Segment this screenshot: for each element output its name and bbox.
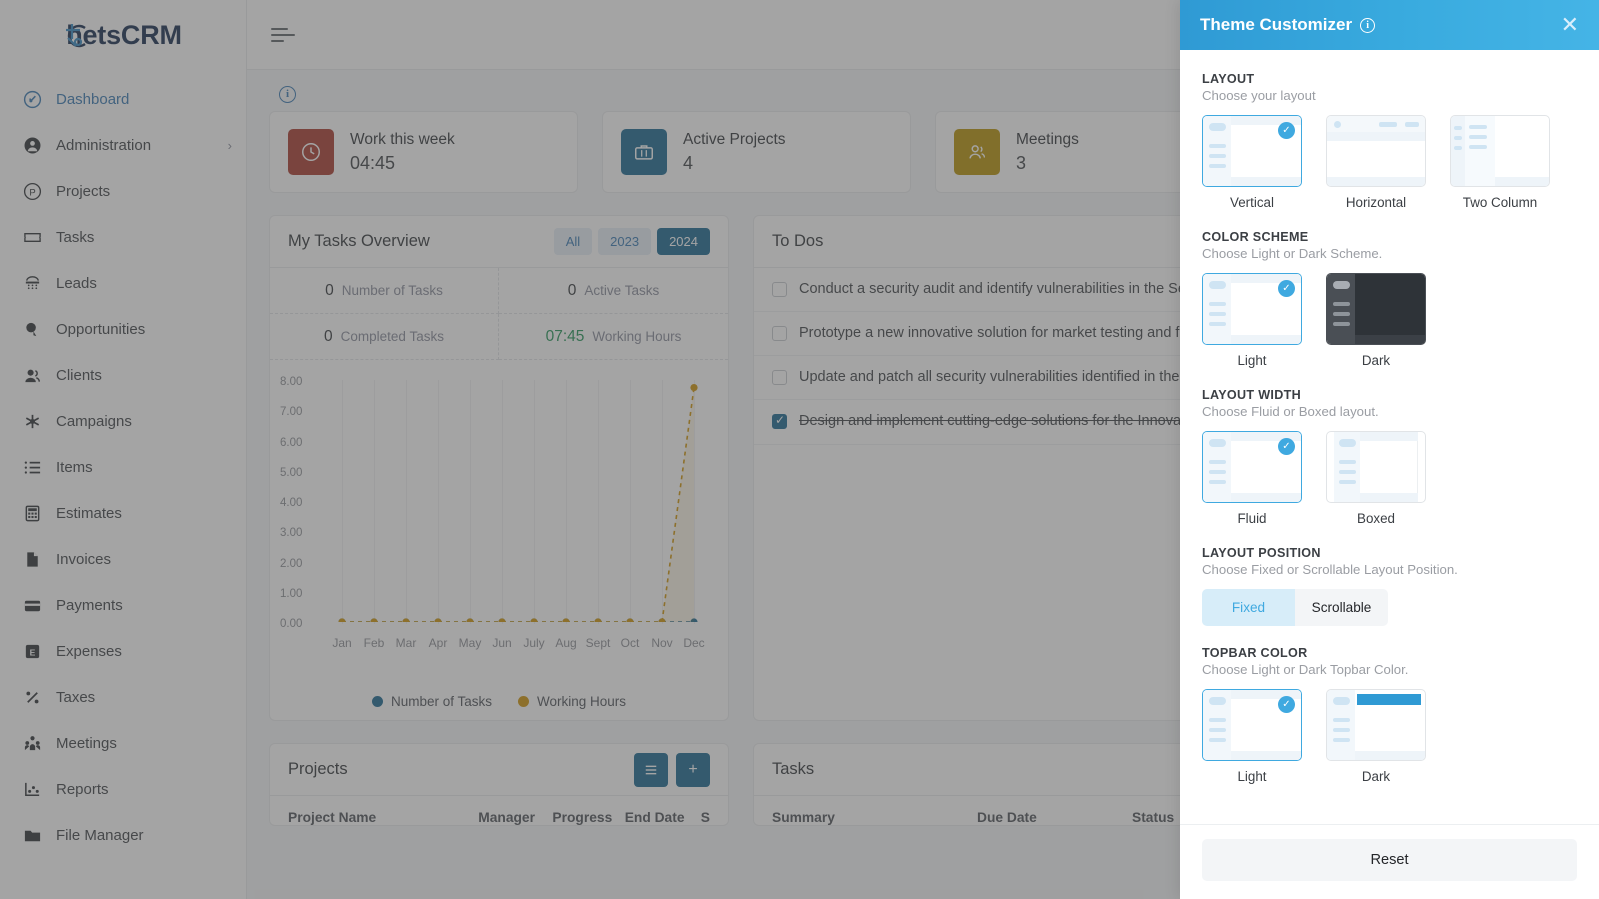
info-icon[interactable]: i [1360, 17, 1376, 33]
width-thumb-boxed [1326, 431, 1426, 503]
layout-option-label: Vertical [1230, 195, 1274, 210]
color-thumb-light: ✓ [1202, 273, 1302, 345]
color-scheme-option-dark[interactable]: Dark [1326, 273, 1426, 368]
check-icon: ✓ [1278, 438, 1295, 455]
layout-thumb-two-column [1450, 115, 1550, 187]
section-topbar-color: TOPBAR COLOR Choose Light or Dark Topbar… [1202, 646, 1577, 784]
section-heading: LAYOUT [1202, 72, 1255, 86]
layout-thumb-vertical: ✓ [1202, 115, 1302, 187]
position-option-fixed[interactable]: Fixed [1202, 589, 1295, 626]
check-icon: ✓ [1278, 280, 1295, 297]
customizer-footer: Reset [1180, 824, 1599, 899]
position-option-scrollable[interactable]: Scrollable [1295, 589, 1388, 626]
app-root: hetsCRM Dashboard Administration › P Pro… [0, 0, 1599, 899]
layout-width-options: ✓ Fluid Boxed [1202, 431, 1577, 526]
topbar-color-option-dark[interactable]: Dark [1326, 689, 1426, 784]
topbar-color-option-light[interactable]: ✓ Light [1202, 689, 1302, 784]
width-thumb-fluid: ✓ [1202, 431, 1302, 503]
topbar-color-label: Light [1237, 769, 1267, 784]
color-thumb-dark [1326, 273, 1426, 345]
color-scheme-label: Dark [1361, 353, 1391, 368]
layout-options: ✓ Vertical Horizontal Two Column [1202, 115, 1577, 210]
section-subtitle: Choose Fixed or Scrollable Layout Positi… [1202, 562, 1458, 577]
topbar-thumb-light: ✓ [1202, 689, 1302, 761]
layout-position-toggle: Fixed Scrollable [1202, 589, 1388, 626]
section-heading: LAYOUT WIDTH [1202, 388, 1301, 402]
topbar-color-label: Dark [1361, 769, 1391, 784]
reset-button[interactable]: Reset [1202, 839, 1577, 881]
section-layout-width: LAYOUT WIDTH Choose Fluid or Boxed layou… [1202, 388, 1577, 526]
section-heading: TOPBAR COLOR [1202, 646, 1308, 660]
layout-thumb-horizontal [1326, 115, 1426, 187]
topbar-color-options: ✓ Light Dark [1202, 689, 1577, 784]
check-icon: ✓ [1278, 122, 1295, 139]
color-scheme-options: ✓ Light Dark [1202, 273, 1577, 368]
section-subtitle: Choose your layout [1202, 88, 1316, 103]
section-layout: LAYOUT Choose your layout ✓ Vertical Hor… [1202, 72, 1577, 210]
layout-option-horizontal[interactable]: Horizontal [1326, 115, 1426, 210]
layout-width-option-fluid[interactable]: ✓ Fluid [1202, 431, 1302, 526]
layout-width-option-boxed[interactable]: Boxed [1326, 431, 1426, 526]
layout-option-label: Two Column [1462, 195, 1538, 210]
customizer-header: Theme Customizer i ✕ [1180, 0, 1599, 50]
color-scheme-option-light[interactable]: ✓ Light [1202, 273, 1302, 368]
layout-option-two-column[interactable]: Two Column [1450, 115, 1550, 210]
section-heading: COLOR SCHEME [1202, 230, 1309, 244]
check-icon: ✓ [1278, 696, 1295, 713]
theme-customizer-panel: Theme Customizer i ✕ LAYOUT Choose your … [1180, 0, 1599, 899]
close-icon[interactable]: ✕ [1561, 14, 1579, 36]
section-color-scheme: COLOR SCHEME Choose Light or Dark Scheme… [1202, 230, 1577, 368]
customizer-title: Theme Customizer [1200, 15, 1353, 34]
layout-width-label: Fluid [1237, 511, 1267, 526]
customizer-body: LAYOUT Choose your layout ✓ Vertical Hor… [1180, 50, 1599, 824]
section-layout-position: LAYOUT POSITION Choose Fixed or Scrollab… [1202, 546, 1577, 626]
section-subtitle: Choose Light or Dark Scheme. [1202, 246, 1383, 261]
layout-option-vertical[interactable]: ✓ Vertical [1202, 115, 1302, 210]
section-heading: LAYOUT POSITION [1202, 546, 1321, 560]
color-scheme-label: Light [1237, 353, 1267, 368]
section-subtitle: Choose Fluid or Boxed layout. [1202, 404, 1379, 419]
layout-option-label: Horizontal [1345, 195, 1407, 210]
topbar-thumb-dark [1326, 689, 1426, 761]
layout-width-label: Boxed [1357, 511, 1395, 526]
section-subtitle: Choose Light or Dark Topbar Color. [1202, 662, 1409, 677]
